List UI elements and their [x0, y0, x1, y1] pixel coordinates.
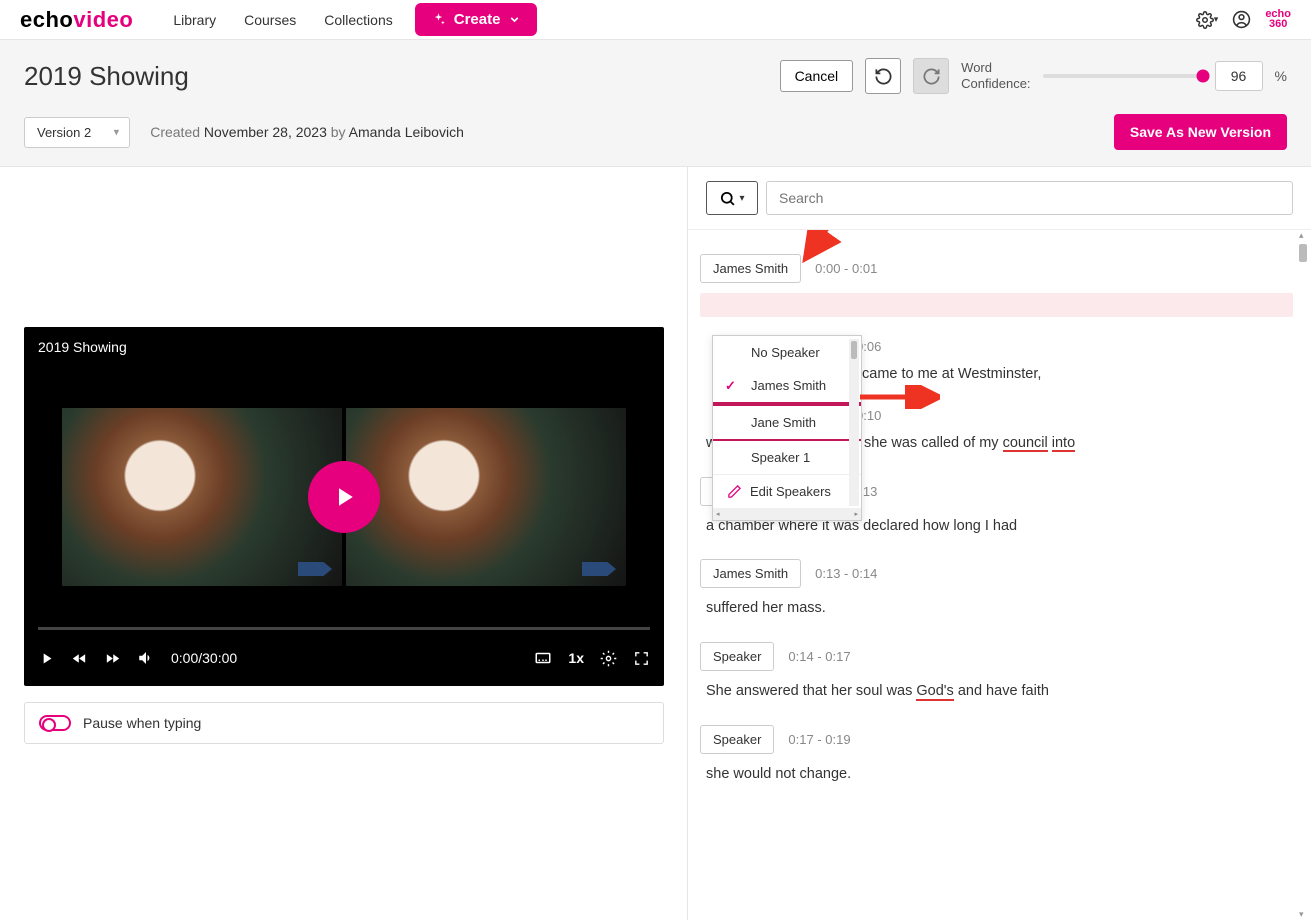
settings-icon[interactable]: ▾ — [1196, 11, 1219, 29]
dropdown-no-speaker[interactable]: No Speaker — [713, 336, 861, 369]
segment-time: 0:17 - 0:19 — [788, 732, 850, 747]
player-time: 0:00/30:00 — [171, 650, 237, 666]
speaker-dropdown: No Speaker James Smith Jane Smith Speake… — [712, 335, 862, 521]
right-panel: ▾ James Smith 0:00 - 0:01 No Speaker Jam… — [688, 167, 1311, 920]
chevron-down-icon: ▾ — [739, 193, 744, 204]
pause-when-typing-row: Pause when typing — [24, 702, 664, 744]
transcript-list: James Smith 0:00 - 0:01 No Speaker James… — [688, 230, 1311, 920]
create-button[interactable]: Create — [415, 3, 538, 36]
page-title: 2019 Showing — [24, 61, 189, 92]
segment-header: Speaker 0:14 - 0:17 — [700, 642, 1293, 671]
player-controls: 0:00/30:00 1x — [24, 630, 664, 686]
player-title: 2019 Showing — [24, 327, 664, 367]
logo[interactable]: echovideo — [20, 7, 133, 33]
save-as-new-version-button[interactable]: Save As New Version — [1114, 114, 1287, 150]
speaker-tag[interactable]: Speaker — [700, 642, 774, 671]
settings-gear-icon[interactable] — [600, 650, 617, 667]
chevron-down-icon — [508, 13, 521, 26]
pause-toggle[interactable] — [39, 715, 71, 731]
search-icon — [719, 190, 736, 207]
forward-icon[interactable] — [104, 650, 121, 667]
nav-collections[interactable]: Collections — [324, 12, 392, 28]
top-nav: echovideo Library Courses Collections Cr… — [0, 0, 1311, 40]
subheader: 2019 Showing Cancel Word Confidence: 96 … — [0, 40, 1311, 167]
segment-text[interactable]: she would not change. — [700, 764, 1293, 786]
segment-text[interactable] — [700, 293, 1293, 317]
playback-rate[interactable]: 1x — [568, 650, 584, 666]
speaker-tag[interactable]: James Smith — [700, 254, 801, 283]
topbar-right: ▾ echo 360 — [1196, 10, 1291, 30]
logo-part2: video — [73, 7, 133, 32]
create-label: Create — [454, 11, 501, 28]
video-thumbnail-left — [62, 408, 342, 586]
dropdown-hscroll[interactable]: ◂▸ — [713, 508, 861, 520]
word-confidence-label: Word Confidence: — [961, 60, 1030, 91]
version-label: Version 2 — [37, 125, 91, 140]
segment-header: 0:06 — [856, 339, 1293, 354]
logo-part1: echo — [20, 7, 73, 32]
play-button[interactable] — [308, 461, 380, 533]
account-icon[interactable] — [1232, 10, 1251, 29]
pencil-icon — [727, 484, 742, 499]
dropdown-jane-smith[interactable]: Jane Smith — [713, 404, 861, 441]
dropdown-scrollbar[interactable] — [849, 339, 859, 506]
percent-sign: % — [1275, 68, 1287, 84]
transcript-scrollbar[interactable] — [1297, 230, 1309, 920]
segment-text[interactable]: suffered her mass. — [700, 598, 1293, 620]
confidence-value[interactable]: 96 — [1215, 61, 1263, 91]
segment-time: 0:13 - 0:14 — [815, 566, 877, 581]
nav-courses[interactable]: Courses — [244, 12, 296, 28]
redo-button[interactable] — [913, 58, 949, 94]
volume-icon[interactable] — [137, 649, 155, 667]
search-row: ▾ — [688, 167, 1311, 230]
confidence-slider[interactable] — [1043, 74, 1203, 78]
pause-toggle-label: Pause when typing — [83, 715, 201, 731]
segment-header: 0:10 — [856, 408, 1293, 423]
search-input[interactable] — [766, 181, 1293, 215]
video-player: 2019 Showing 0:00/30:00 1x — [24, 327, 664, 686]
segment-header: Speaker 0:17 - 0:19 — [700, 725, 1293, 754]
nav-library[interactable]: Library — [173, 12, 216, 28]
echo360-badge[interactable]: echo 360 — [1265, 10, 1291, 30]
fullscreen-icon[interactable] — [633, 650, 650, 667]
segment-time: 0:14 - 0:17 — [788, 649, 850, 664]
chevron-down-icon: ▾ — [114, 126, 120, 139]
version-select[interactable]: Version 2 ▾ — [24, 117, 130, 148]
left-panel: 2019 Showing 0:00/30:00 1x — [0, 167, 688, 920]
annotation-arrow-2 — [850, 385, 940, 409]
segment-text[interactable]: came to me at Westminster, — [856, 364, 1293, 386]
captions-icon[interactable] — [534, 649, 552, 667]
segment-header: James Smith 0:13 - 0:14 — [700, 559, 1293, 588]
rewind-icon[interactable] — [71, 650, 88, 667]
speaker-tag[interactable]: Speaker — [700, 725, 774, 754]
search-filter-button[interactable]: ▾ — [706, 181, 758, 215]
undo-button[interactable] — [865, 58, 901, 94]
annotation-arrow-1 — [796, 230, 856, 270]
player-canvas — [24, 367, 664, 627]
created-meta: Created November 28, 2023 by Amanda Leib… — [150, 124, 464, 140]
slider-thumb[interactable] — [1196, 70, 1209, 83]
video-thumbnail-right — [346, 408, 626, 586]
dropdown-james-smith[interactable]: James Smith — [713, 369, 861, 404]
dropdown-speaker-1[interactable]: Speaker 1 — [713, 441, 861, 474]
dropdown-edit-speakers[interactable]: Edit Speakers — [713, 474, 861, 508]
sparkle-icon — [431, 12, 446, 27]
play-icon[interactable] — [38, 650, 55, 667]
segment-header: James Smith 0:00 - 0:01 — [700, 254, 1293, 283]
main-content: 2019 Showing 0:00/30:00 1x — [0, 167, 1311, 920]
nav-links: Library Courses Collections — [173, 12, 392, 28]
segment-text[interactable]: She answered that her soul was God's and… — [700, 681, 1293, 703]
cancel-button[interactable]: Cancel — [780, 60, 854, 92]
speaker-tag[interactable]: James Smith — [700, 559, 801, 588]
